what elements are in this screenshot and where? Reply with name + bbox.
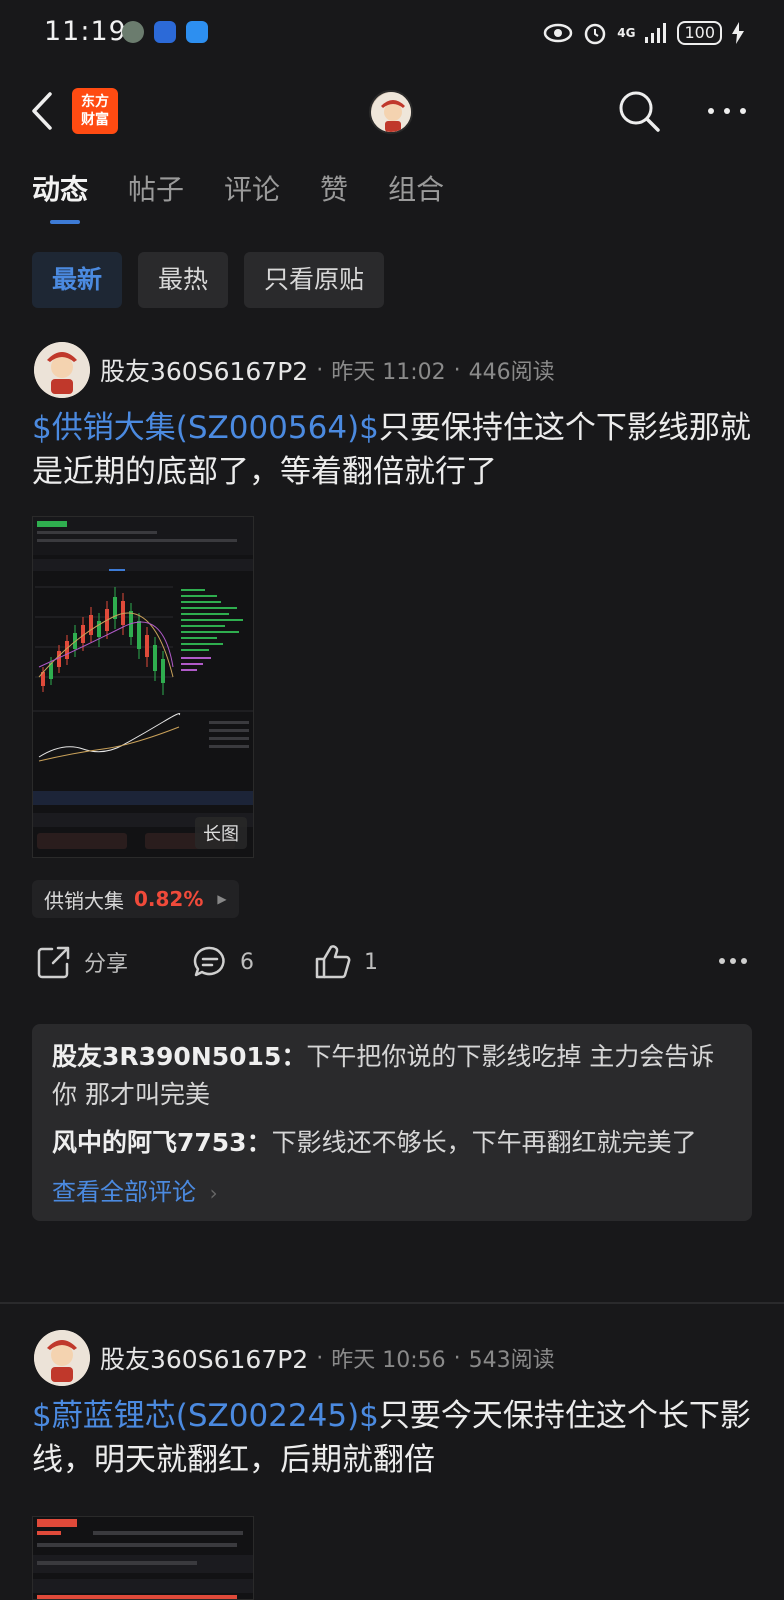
post-image[interactable] xyxy=(32,1516,254,1600)
comment-icon xyxy=(193,946,225,977)
comment-button[interactable]: 6 xyxy=(192,940,254,984)
tab-zuhe[interactable]: 组合 xyxy=(388,170,444,214)
post-meta-separator: · xyxy=(316,357,324,383)
tab-pinglun[interactable]: 评论 xyxy=(224,170,280,214)
comment-author[interactable]: 风中的阿飞7753： xyxy=(52,1128,272,1157)
thumbs-up-icon xyxy=(315,945,351,979)
tab-dongtai[interactable]: 动态 xyxy=(32,170,88,224)
share-button[interactable]: 分享 xyxy=(36,940,128,984)
comment-item[interactable]: 风中的阿飞7753：下影线还不够长，下午再翻红就完美了 xyxy=(52,1124,732,1162)
comment-item[interactable]: 股友3R390N5015：下午把你说的下影线吃掉 主力会告诉你 那才叫完美 xyxy=(52,1038,732,1114)
like-button[interactable]: 1 xyxy=(314,940,378,984)
charging-icon xyxy=(732,22,744,44)
battery-indicator: 100 xyxy=(677,21,722,45)
stock-link[interactable]: $蔚蓝锂芯(SZ002245)$ xyxy=(32,1398,379,1434)
post-reads: 446阅读 xyxy=(468,360,555,385)
filter-latest[interactable]: 最新 xyxy=(32,252,123,308)
search-icon[interactable] xyxy=(616,88,662,134)
post-meta-separator: · xyxy=(453,357,461,383)
more-icon[interactable] xyxy=(706,104,748,118)
filter-original-only[interactable]: 只看原贴 xyxy=(244,252,385,308)
stock-quote-tag[interactable]: 供销大集 0.82% ▶ xyxy=(32,880,239,918)
tab-zan[interactable]: 赞 xyxy=(320,170,348,214)
comment-preview[interactable]: 股友3R390N5015：下午把你说的下影线吃掉 主力会告诉你 那才叫完美 风中… xyxy=(32,1024,752,1221)
post-header: 股友360S6167P2 · 昨天 10:56 · 543阅读 xyxy=(34,1330,555,1386)
stock-chart-thumbnail-icon xyxy=(33,1517,253,1599)
post-time: 昨天 10:56 xyxy=(331,1348,446,1373)
post-body[interactable]: $蔚蓝锂芯(SZ002245)$只要今天保持住这个长下影线，明天就翻红，后期就翻… xyxy=(32,1394,752,1482)
signal-icon xyxy=(645,23,667,43)
stock-change: 0.82% xyxy=(134,887,204,911)
tab-tiezi[interactable]: 帖子 xyxy=(128,170,184,214)
network-type: 4G xyxy=(617,26,636,40)
like-count: 1 xyxy=(364,949,378,975)
status-time: 11:19 xyxy=(44,16,127,47)
weather-icon xyxy=(186,21,208,43)
more-icon[interactable] xyxy=(718,956,748,966)
view-all-label: 查看全部评论 xyxy=(52,1178,196,1206)
user-avatar[interactable] xyxy=(369,90,413,134)
chevron-right-icon: › xyxy=(209,1181,218,1205)
filter-chips: 最新 最热 只看原贴 xyxy=(32,252,385,308)
top-app-bar: 东方 财富 xyxy=(0,80,784,144)
post-body[interactable]: $供销大集(SZ000564)$只要保持住这个下影线那就是近期的底部了，等着翻倍… xyxy=(32,406,752,494)
eye-icon xyxy=(544,23,573,43)
stock-link[interactable]: $供销大集(SZ000564)$ xyxy=(32,410,379,446)
post-author[interactable]: 股友360S6167P2 xyxy=(100,352,308,388)
stock-chart-thumbnail-icon xyxy=(33,517,253,857)
post-reads: 543阅读 xyxy=(468,1348,555,1373)
share-icon xyxy=(37,946,70,979)
comment-count: 6 xyxy=(240,949,254,975)
comment-author[interactable]: 股友3R390N5015： xyxy=(52,1042,306,1071)
post-header: 股友360S6167P2 · 昨天 11:02 · 446阅读 xyxy=(34,342,555,398)
brand-logo[interactable]: 东方 财富 xyxy=(72,88,118,134)
author-avatar[interactable] xyxy=(34,342,90,398)
status-bar: 11:19 4G 100 xyxy=(0,0,784,66)
post-actions: 分享 6 1 xyxy=(36,940,748,984)
feed-post[interactable]: 股友360S6167P2 · 昨天 10:56 · 543阅读 $蔚蓝锂芯(SZ… xyxy=(0,1330,784,1600)
post-meta-separator: · xyxy=(316,1345,324,1371)
notification-app-icon xyxy=(154,21,176,43)
notification-app-icon xyxy=(122,21,144,43)
post-time: 昨天 11:02 xyxy=(331,360,446,385)
play-arrow-icon: ▶ xyxy=(217,892,227,906)
post-author[interactable]: 股友360S6167P2 xyxy=(100,1340,308,1376)
long-image-label: 长图 xyxy=(195,817,247,849)
alarm-icon xyxy=(585,23,606,45)
profile-tabs: 动态 帖子 评论 赞 组合 xyxy=(32,170,484,224)
author-avatar[interactable] xyxy=(34,1330,90,1386)
post-divider xyxy=(0,1302,784,1304)
comment-text: 下影线还不够长，下午再翻红就完美了 xyxy=(271,1128,697,1157)
stock-name: 供销大集 xyxy=(44,888,124,913)
filter-hot[interactable]: 最热 xyxy=(138,252,229,308)
post-meta-separator: · xyxy=(453,1345,461,1371)
post-image[interactable]: 长图 xyxy=(32,516,254,858)
view-all-comments-link[interactable]: 查看全部评论 › xyxy=(52,1172,732,1207)
back-icon[interactable] xyxy=(28,90,58,132)
share-label: 分享 xyxy=(84,952,129,977)
feed-post[interactable]: 股友360S6167P2 · 昨天 11:02 · 446阅读 $供销大集(SZ… xyxy=(0,342,784,1282)
